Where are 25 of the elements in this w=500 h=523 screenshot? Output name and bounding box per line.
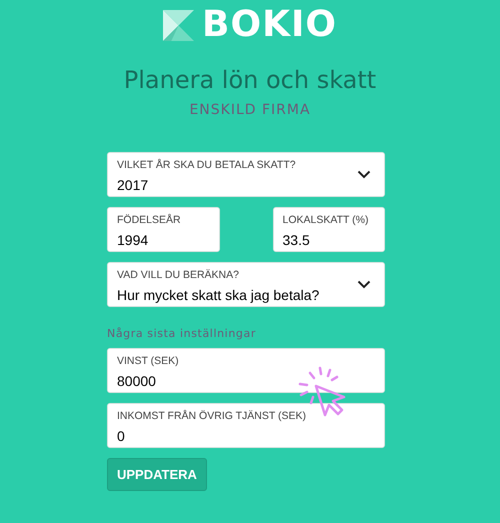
field-value: 2017 [117, 177, 150, 194]
select-field[interactable]: VILKET ÅR SKA DU BETALA SKATT? 2017 [107, 152, 385, 197]
input-field[interactable]: INKOMST FRÅN ÖVRIG TJÄNST (SEK) 0 [107, 403, 385, 448]
chevron-down-icon [357, 280, 371, 289]
input-field[interactable]: LOKALSKATT (%) 33.5 [272, 207, 385, 252]
field-value: 80000 [117, 373, 157, 390]
input-field[interactable]: VINST (SEK) 80000 [107, 348, 385, 393]
input-field[interactable]: FÖDELSEÅR 1994 [107, 207, 220, 252]
page-subtitle: ENSKILD FIRMA [188, 102, 312, 118]
field-label: VAD VILL DU BERÄKNA? [117, 268, 240, 282]
section-label: Några sista inställningar [107, 327, 257, 340]
field-label: LOKALSKATT (%) [282, 213, 370, 227]
logo-icon [163, 10, 194, 40]
field-value: Hur mycket skatt ska jag betala? [117, 287, 320, 304]
logo-text: BOKIO [202, 6, 337, 44]
field-value: 0 [117, 428, 126, 445]
field-label: VILKET ÅR SKA DU BETALA SKATT? [117, 158, 297, 172]
chevron-down-icon [357, 170, 371, 179]
field-label: VINST (SEK) [117, 354, 180, 368]
field-label: FÖDELSEÅR [117, 213, 182, 227]
field-label: INKOMST FRÅN ÖVRIG TJÄNST (SEK) [117, 409, 308, 423]
select-field[interactable]: VAD VILL DU BERÄKNA? Hur mycket skatt ska jag betala? [107, 262, 385, 307]
field-value: 1994 [117, 232, 150, 249]
page-title: Planera lön och skatt [122, 65, 378, 96]
field-value: 33.5 [282, 232, 311, 249]
